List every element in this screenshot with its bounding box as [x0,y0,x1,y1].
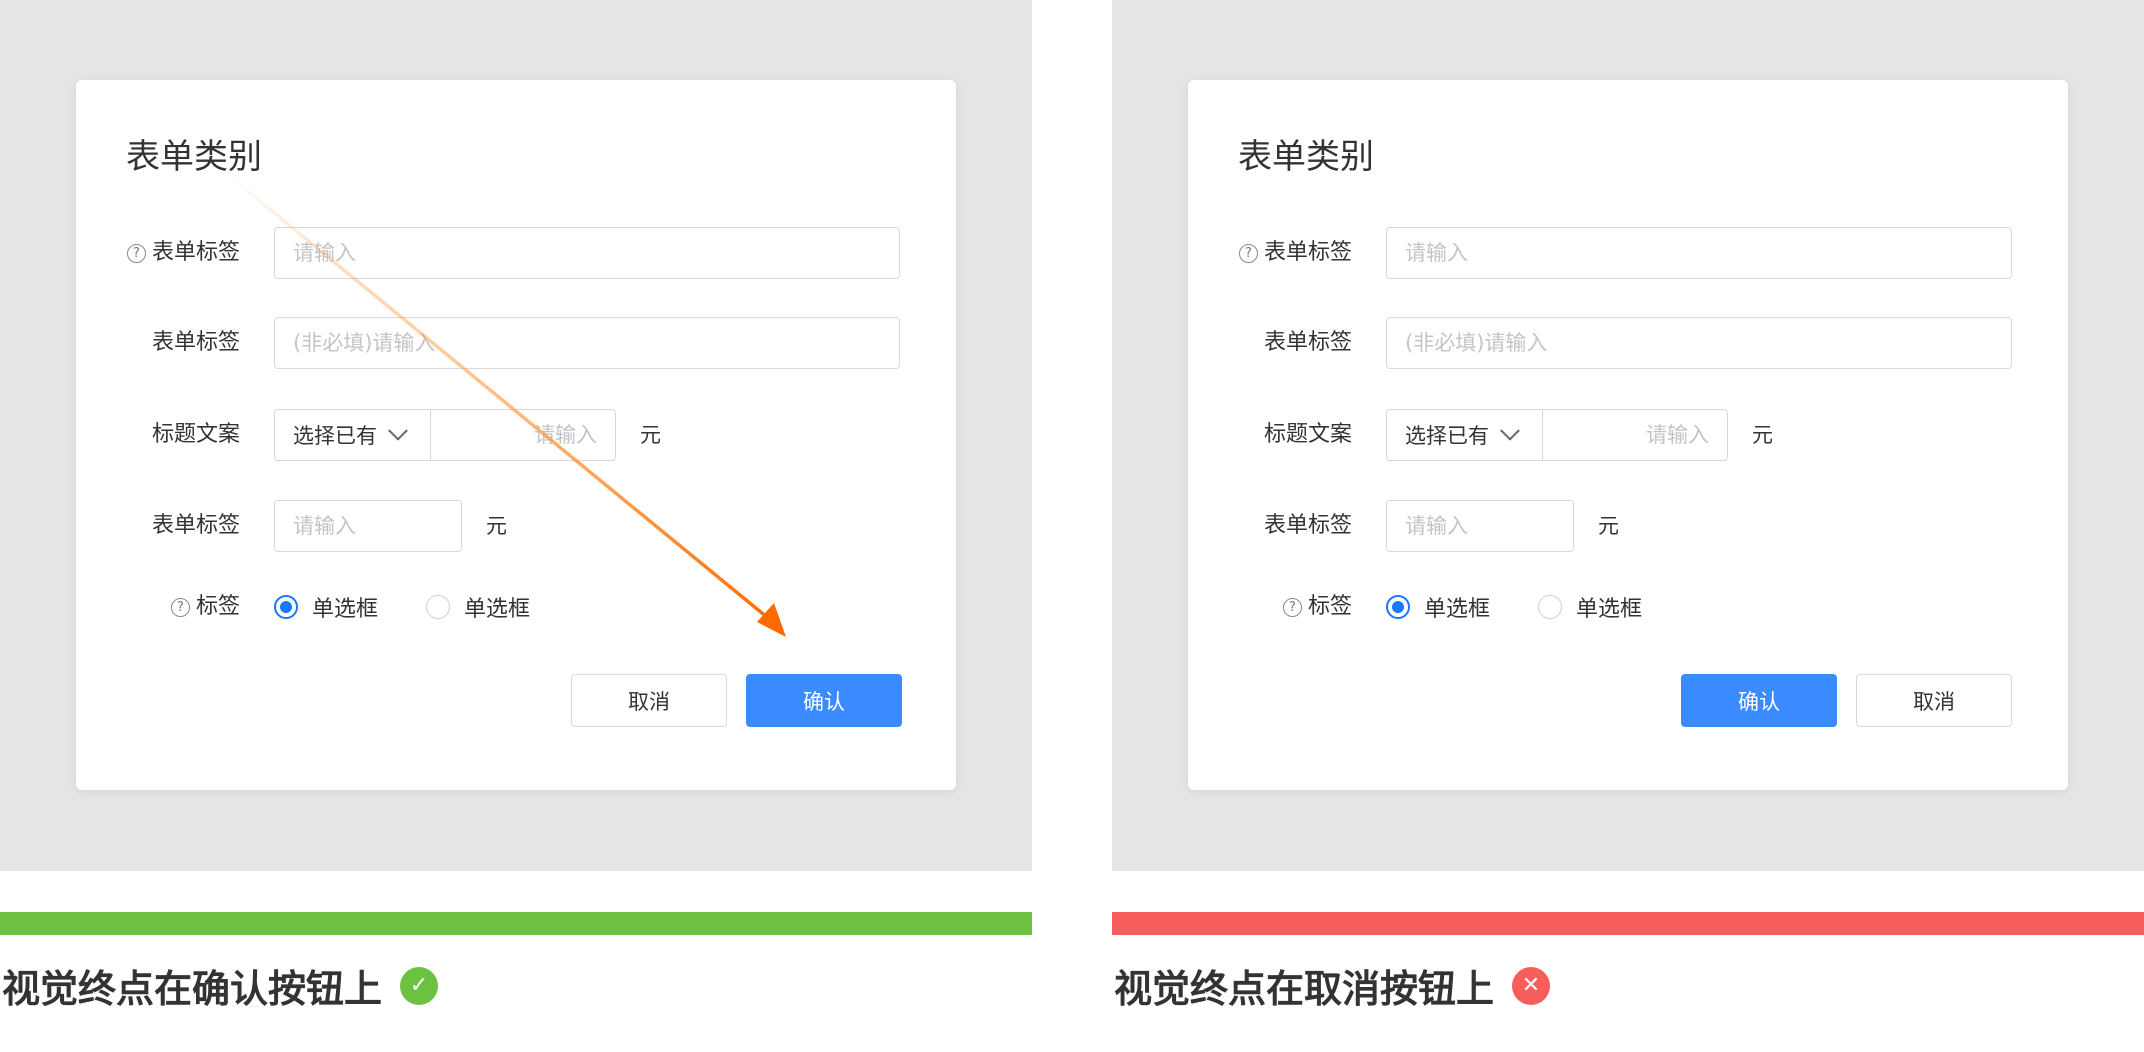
short-input[interactable] [1386,500,1574,552]
radio-option-1[interactable]: 单选框 [1386,591,1490,623]
caption-good: 视觉终点在确认按钮上 ✓ [2,958,439,1013]
optional-input[interactable] [1386,317,2012,369]
field-label: 标签 [195,594,240,619]
check-circle-icon: ✓ [400,966,439,1005]
radio-option-2[interactable]: 单选框 [1538,591,1642,623]
form-row-optional: 表单标签 [76,317,956,369]
cancel-button[interactable]: 取消 [571,674,727,727]
select-existing-dropdown[interactable]: 选择已有 [274,409,431,461]
help-icon[interactable]: ? [170,597,190,617]
field-label: 表单标签 [1263,513,1352,538]
radio-unchecked[interactable] [426,595,451,619]
form-dialog: 表单类别 ?表单标签 表单标签 标题文案 选择已有 元 表单标签 元 [76,80,956,790]
caption-text: 视觉终点在确认按钮上 [2,967,383,1011]
form-row-label: ? 表单标签 [76,227,956,279]
amount-input[interactable] [1542,409,1728,461]
cancel-button[interactable]: 取消 [1856,674,2012,727]
short-input[interactable] [274,500,462,552]
select-value: 选择已有 [1405,424,1489,448]
form-row-label: ? 表单标签 [1188,227,2068,279]
unit-label: 元 [1752,423,1773,447]
caption-text: 视觉终点在取消按钮上 [1114,967,1495,1011]
field-label: 表单标签 [151,330,240,355]
field-label: 表单标签 [1263,330,1352,355]
select-value: 选择已有 [293,424,377,448]
chevron-down-icon [388,420,408,441]
unit-label: 元 [1598,514,1619,538]
radio-checked[interactable] [274,595,298,619]
confirm-button[interactable]: 确认 [746,674,902,727]
select-existing-dropdown[interactable]: 选择已有 [1386,409,1543,461]
radio-option-2[interactable]: 单选框 [426,591,530,623]
dialog-title: 表单类别 [126,137,262,177]
select-input-group: 选择已有 [274,409,616,461]
field-label: 表单标签 [151,240,240,265]
help-icon[interactable]: ? [1282,597,1302,617]
field-label: 表单标签 [151,513,240,538]
radio-checked[interactable] [1386,595,1410,619]
unit-label: 元 [640,423,661,447]
radio-option-1[interactable]: 单选框 [274,591,378,623]
form-row-title: 标题文案 选择已有 元 [1188,409,2068,461]
field-label: 标题文案 [151,422,240,447]
amount-input[interactable] [430,409,616,461]
close-circle-icon: ✕ [1512,966,1551,1005]
form-row-short: 表单标签 元 [1188,500,2068,552]
form-row-optional: 表单标签 [1188,317,2068,369]
select-input-group: 选择已有 [1386,409,1728,461]
chevron-down-icon [1500,420,1520,441]
help-icon[interactable]: ? [1238,243,1258,263]
form-row-radio: ? 标签 单选框 单选框 [1188,587,2068,627]
status-bar-bad [1112,912,2144,935]
radio-group: 单选框 单选框 [274,587,578,627]
field-label: 标题文案 [1263,422,1352,447]
form-row-radio: ? 标签 单选框 单选框 [76,587,956,627]
confirm-button[interactable]: 确认 [1681,674,1837,727]
form-dialog: 表单类别 ?表单标签 表单标签 标题文案 选择已有 元 表单标签 元 [1188,80,2068,790]
dialog-title: 表单类别 [1238,137,1374,177]
radio-group: 单选框 单选框 [1386,587,1690,627]
label-input[interactable] [1386,227,2012,279]
form-row-short: 表单标签 元 [76,500,956,552]
optional-input[interactable] [274,317,900,369]
caption-bad: 视觉终点在取消按钮上 ✕ [1114,958,1551,1013]
form-row-title: 标题文案 选择已有 元 [76,409,956,461]
field-label: 表单标签 [1263,240,1352,265]
unit-label: 元 [486,514,507,538]
status-bar-good [0,912,1032,935]
label-input[interactable] [274,227,900,279]
field-label: 标签 [1307,594,1352,619]
radio-unchecked[interactable] [1538,595,1563,619]
help-icon[interactable]: ? [126,243,146,263]
